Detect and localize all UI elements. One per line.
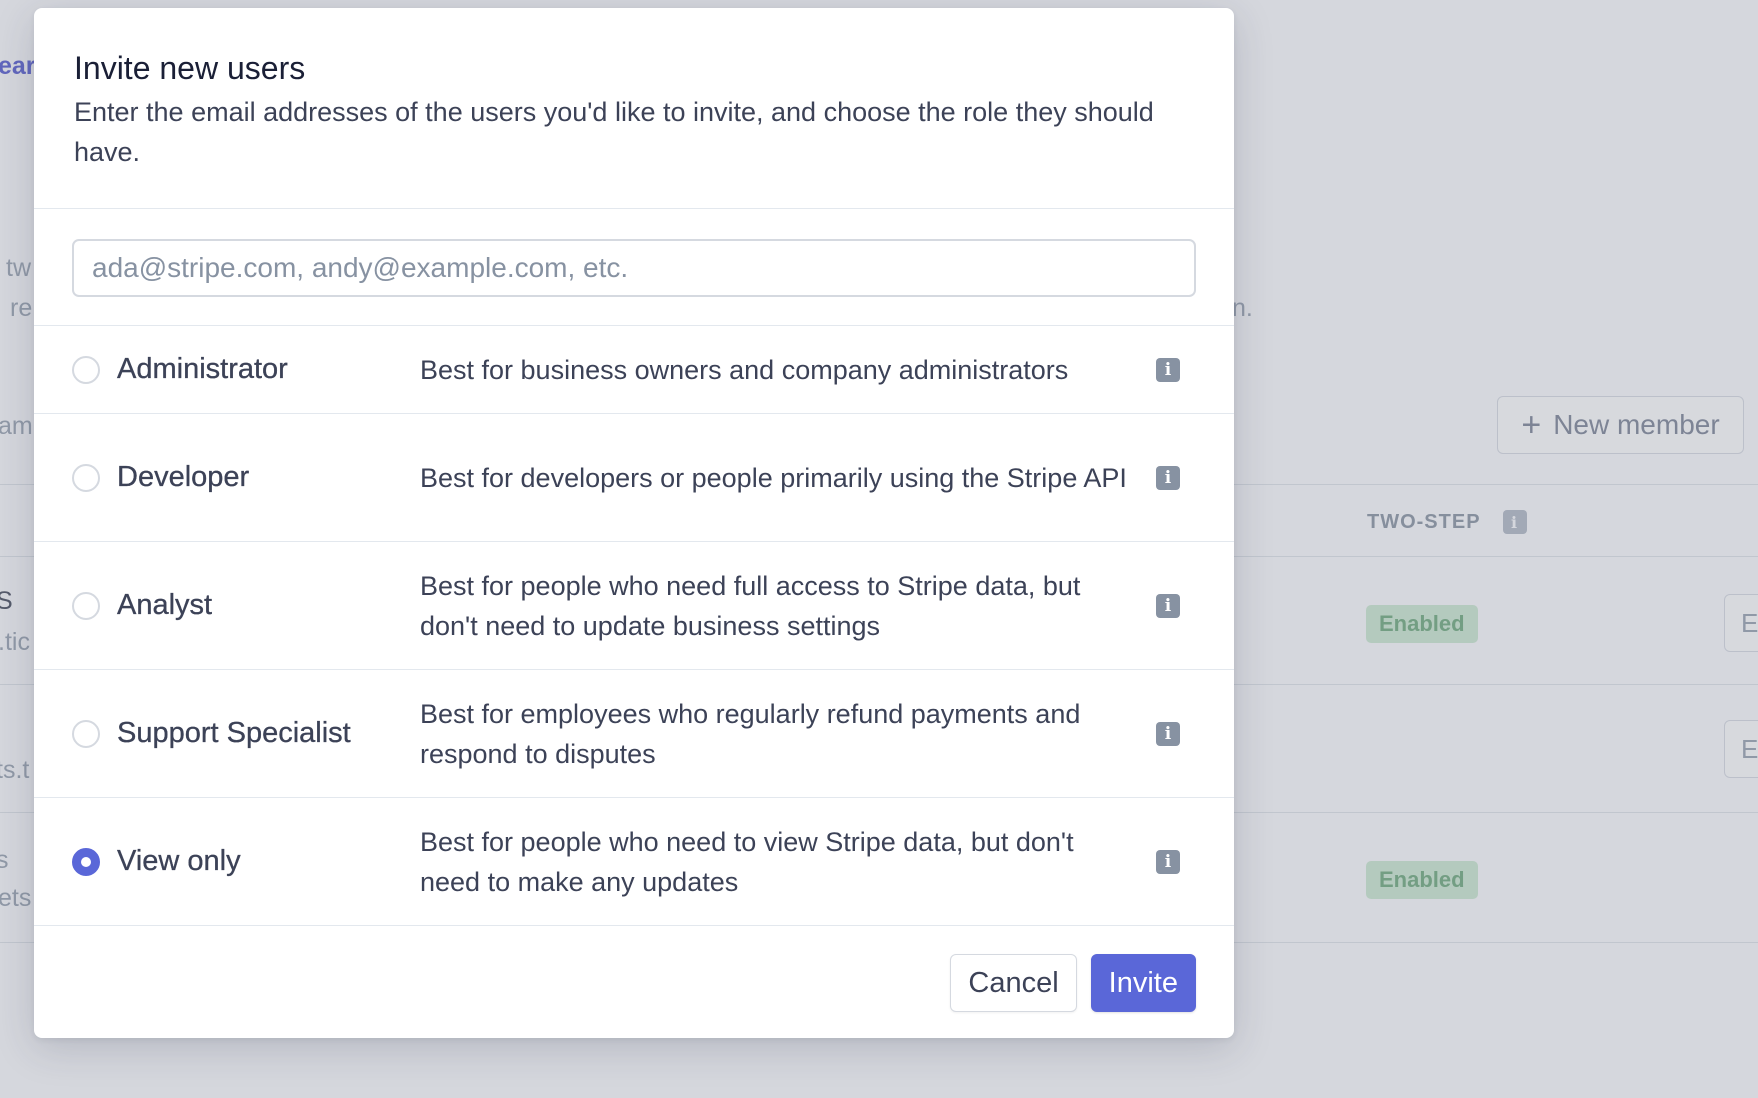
role-description: Best for developers or people primarily …	[420, 462, 1127, 493]
info-icon[interactable]: i	[1156, 593, 1180, 618]
invite-users-modal: Invite new users Enter the email address…	[34, 8, 1234, 1038]
invite-button[interactable]: Invite	[1090, 954, 1196, 1012]
role-option-developer[interactable]: Developer Best for developers or people …	[34, 414, 1234, 542]
role-description: Best for people who need full access to …	[420, 570, 1081, 641]
role-description: Best for employees who regularly refund …	[420, 698, 1081, 769]
modal-title: Invite new users	[74, 50, 306, 86]
role-option-support-specialist[interactable]: Support Specialist Best for employees wh…	[34, 670, 1234, 798]
email-section	[34, 209, 1234, 326]
role-name: Analyst	[117, 589, 213, 621]
radio-button[interactable]	[72, 463, 100, 492]
radio-button[interactable]	[72, 591, 100, 620]
role-name: Administrator	[117, 353, 288, 385]
role-list: Administrator Best for business owners a…	[34, 326, 1234, 926]
info-icon[interactable]: i	[1156, 357, 1180, 382]
radio-button[interactable]	[72, 355, 100, 384]
modal-header: Invite new users Enter the email address…	[34, 8, 1234, 209]
info-icon[interactable]: i	[1156, 849, 1180, 874]
modal-footer: Cancel Invite	[34, 926, 1234, 1038]
radio-button-selected[interactable]	[72, 847, 100, 876]
info-icon[interactable]: i	[1156, 465, 1180, 490]
role-name: Developer	[117, 461, 250, 493]
role-name: View only	[117, 845, 241, 877]
role-option-view-only[interactable]: View only Best for people who need to vi…	[34, 798, 1234, 926]
info-icon[interactable]: i	[1156, 721, 1180, 746]
email-addresses-input[interactable]	[72, 239, 1196, 297]
modal-description: Enter the email addresses of the users y…	[74, 97, 1154, 167]
radio-button[interactable]	[72, 719, 100, 748]
role-description: Best for people who need to view Stripe …	[420, 826, 1074, 897]
role-option-administrator[interactable]: Administrator Best for business owners a…	[34, 326, 1234, 414]
cancel-button[interactable]: Cancel	[950, 954, 1077, 1012]
role-option-analyst[interactable]: Analyst Best for people who need full ac…	[34, 542, 1234, 670]
role-description: Best for business owners and company adm…	[420, 354, 1069, 385]
role-name: Support Specialist	[117, 717, 351, 749]
